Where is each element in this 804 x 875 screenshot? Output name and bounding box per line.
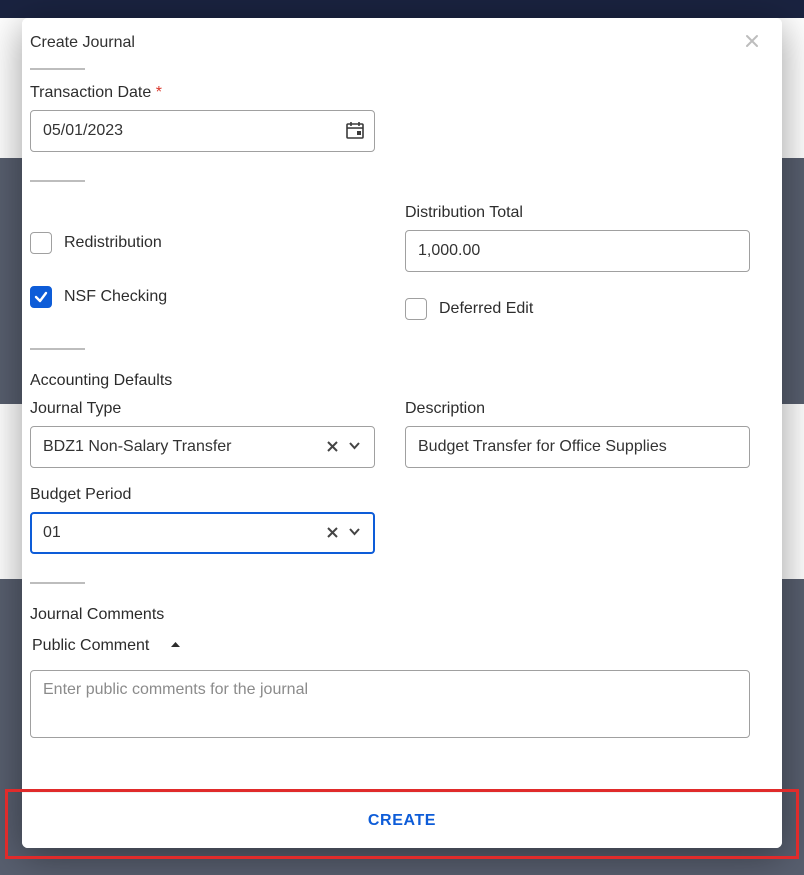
nsf-checking-label: NSF Checking	[64, 288, 167, 306]
public-comment-textarea[interactable]	[30, 670, 750, 738]
journal-comments-heading: Journal Comments	[30, 606, 774, 624]
distribution-total-input[interactable]	[405, 230, 750, 272]
chevron-down-icon[interactable]	[344, 521, 365, 545]
transaction-date-input[interactable]	[30, 110, 375, 152]
description-input[interactable]	[405, 426, 750, 468]
close-button[interactable]	[740, 31, 764, 55]
transaction-date-label: Transaction Date *	[30, 84, 774, 102]
modal-body-scroll[interactable]: Transaction Date *	[22, 70, 782, 792]
nsf-checking-checkbox[interactable]	[30, 286, 52, 308]
chevron-down-icon[interactable]	[344, 435, 365, 459]
app-topbar	[0, 0, 804, 18]
public-comment-label: Public Comment	[32, 637, 149, 655]
modal-footer: CREATE	[22, 792, 782, 848]
redistribution-checkbox[interactable]	[30, 232, 52, 254]
collapse-button[interactable]	[165, 634, 186, 658]
budget-period-value: 01	[43, 524, 61, 542]
modal-title: Create Journal	[30, 30, 135, 56]
modal-header: Create Journal	[22, 18, 782, 56]
budget-period-label: Budget Period	[30, 486, 774, 504]
divider	[30, 582, 85, 584]
create-button[interactable]: CREATE	[22, 793, 782, 848]
deferred-edit-label: Deferred Edit	[439, 300, 533, 318]
journal-type-label: Journal Type	[30, 400, 375, 418]
close-icon	[744, 32, 760, 54]
required-marker: *	[156, 84, 162, 101]
journal-type-value: BDZ1 Non-Salary Transfer	[43, 438, 232, 456]
divider	[30, 180, 85, 182]
description-label: Description	[405, 400, 750, 418]
chevron-up-icon	[169, 638, 182, 654]
clear-icon[interactable]	[323, 435, 342, 459]
distribution-total-label: Distribution Total	[405, 204, 750, 222]
label-text: Transaction Date	[30, 84, 151, 101]
calendar-icon[interactable]	[345, 120, 365, 140]
clear-icon[interactable]	[323, 521, 342, 545]
redistribution-label: Redistribution	[64, 234, 162, 252]
divider	[30, 348, 85, 350]
accounting-defaults-heading: Accounting Defaults	[30, 372, 774, 390]
deferred-edit-checkbox[interactable]	[405, 298, 427, 320]
create-journal-modal: Create Journal Transaction Date *	[22, 18, 782, 848]
